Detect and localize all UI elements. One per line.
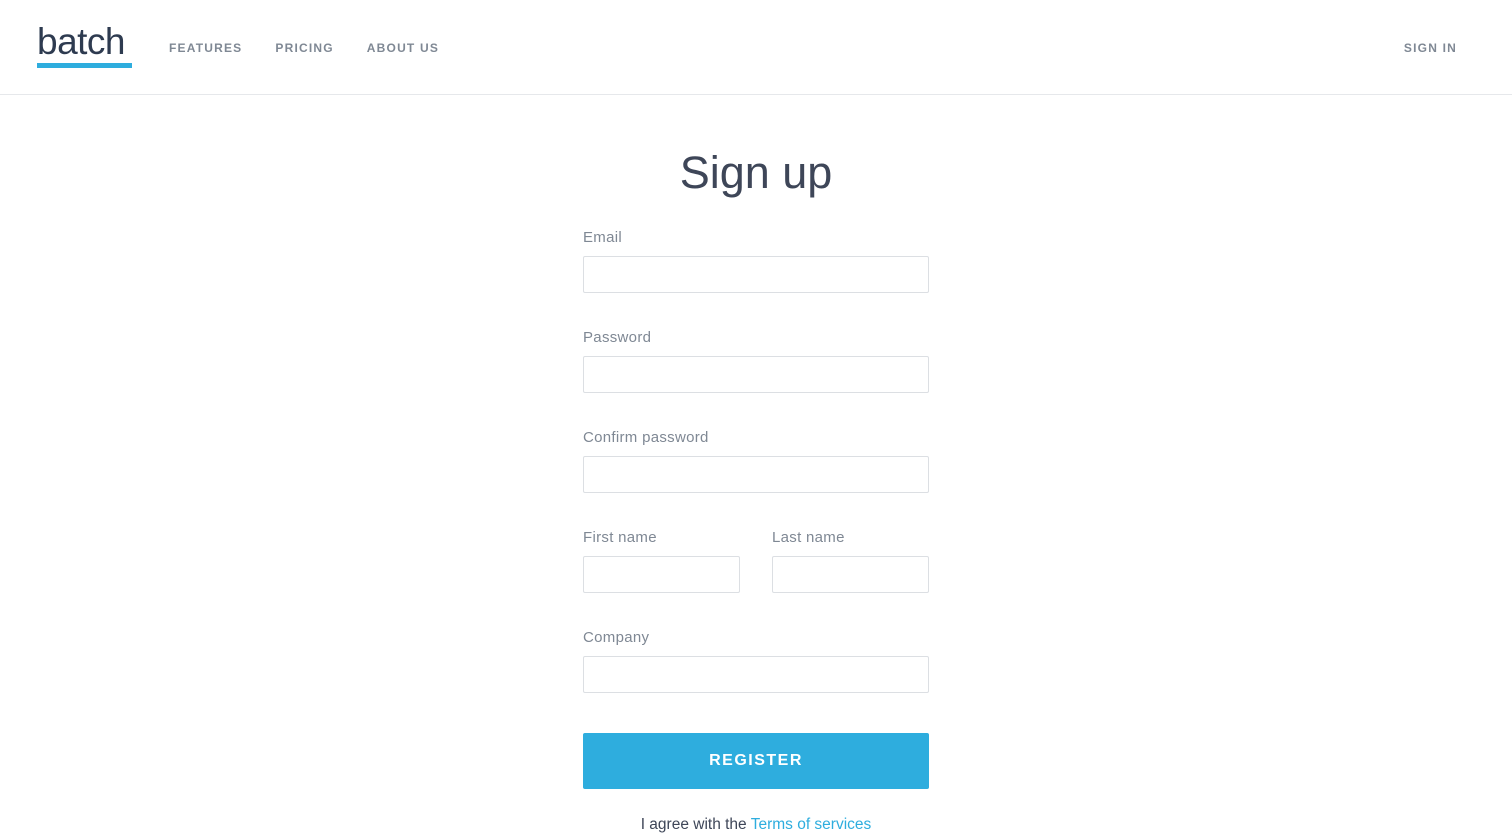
password-label: Password	[583, 329, 652, 346]
batch-logo[interactable]: batch	[37, 22, 132, 68]
confirm-password-input[interactable]	[583, 456, 929, 493]
nav-link-features[interactable]: FEATURES	[169, 41, 242, 55]
terms-of-services-link[interactable]: Terms of services	[751, 816, 872, 833]
sign-in-link[interactable]: SIGN IN	[1404, 41, 1457, 55]
site-header: batch FEATURES PRICING ABOUT US SIGN IN	[0, 0, 1512, 95]
password-input[interactable]	[583, 356, 929, 393]
nav-link-pricing[interactable]: PRICING	[275, 41, 333, 55]
nav-link-about-us[interactable]: ABOUT US	[367, 41, 439, 55]
confirm-password-field-group: Confirm password	[583, 429, 929, 493]
logo-underline	[37, 63, 132, 68]
terms-prefix: I agree with the	[640, 816, 751, 833]
terms-text: I agree with the Terms of services	[583, 816, 929, 834]
email-input[interactable]	[583, 256, 929, 293]
last-name-label: Last name	[772, 529, 845, 546]
company-field-group: Company	[583, 629, 929, 693]
name-row: First name Last name	[583, 529, 929, 593]
password-field-group: Password	[583, 329, 929, 393]
last-name-field-group: Last name	[772, 529, 929, 593]
first-name-input[interactable]	[583, 556, 740, 593]
logo-text: batch	[37, 21, 126, 62]
email-label: Email	[583, 229, 623, 246]
first-name-field-group: First name	[583, 529, 740, 593]
confirm-password-label: Confirm password	[583, 429, 709, 446]
first-name-label: First name	[583, 529, 657, 546]
last-name-input[interactable]	[772, 556, 929, 593]
company-label: Company	[583, 629, 650, 646]
signup-form: Email Password Confirm password First na…	[583, 229, 929, 834]
page-title: Sign up	[679, 147, 833, 198]
company-input[interactable]	[583, 656, 929, 693]
main-nav: FEATURES PRICING ABOUT US	[169, 41, 472, 55]
register-button[interactable]: REGISTER	[583, 733, 929, 789]
email-field-group: Email	[583, 229, 929, 293]
